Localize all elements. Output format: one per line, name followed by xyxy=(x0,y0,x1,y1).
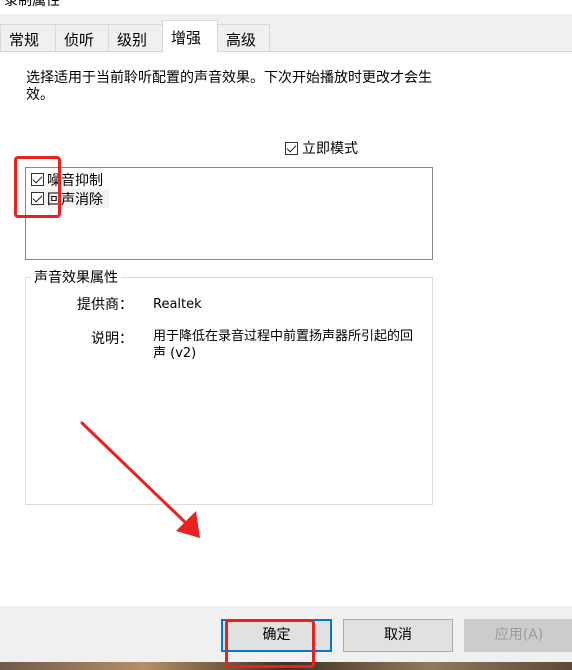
annotation-arrow-icon xyxy=(80,421,200,538)
tab-enhancements[interactable]: 增强 xyxy=(162,20,218,53)
